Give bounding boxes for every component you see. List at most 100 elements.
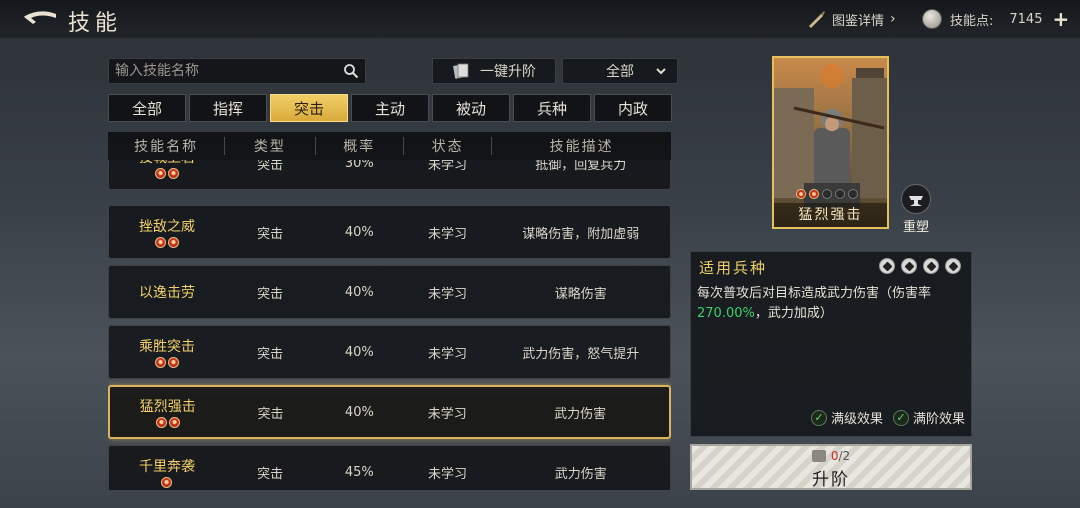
filter-dropdown[interactable]: 全部 xyxy=(562,58,678,84)
header-description: 技能描述 xyxy=(549,139,614,155)
skill-description-short: 武力伤害 xyxy=(554,406,607,422)
spear-icon xyxy=(945,258,961,274)
table-row[interactable]: 以逸击劳 突击 40% 未学习 谋略伤害 xyxy=(108,265,671,319)
skill-name: 投戟卫君 xyxy=(109,160,225,167)
table-row[interactable]: 猛烈强击 突击 40% 未学习 武力伤害 xyxy=(108,385,671,439)
star-empty-icon xyxy=(835,189,845,199)
star-icon xyxy=(796,189,806,199)
ascend-label: 升阶 xyxy=(812,470,850,490)
tab-internal-affairs[interactable]: 内政 xyxy=(594,94,672,122)
skill-list[interactable]: 投戟卫君突击30%未学习抵御，回复兵力挫敌之威突击40%未学习谋略伤害，附加虚弱… xyxy=(108,160,671,490)
star-icon xyxy=(167,357,179,368)
max-level-effect-toggle[interactable]: ✓ 满级效果 xyxy=(810,408,883,427)
troop-icons xyxy=(879,258,961,274)
upgrade-all-label: 一键升阶 xyxy=(480,64,536,80)
tab-assault[interactable]: 突击 xyxy=(270,94,348,122)
table-row[interactable]: 挫敌之威 突击 40% 未学习 谋略伤害，附加虚弱 xyxy=(108,205,671,259)
scroll-item-icon xyxy=(811,450,826,462)
skill-rate: 40% xyxy=(344,224,374,240)
max-rank-effect-toggle[interactable]: ✓ 满阶效果 xyxy=(892,408,965,427)
scroll-cards-icon xyxy=(453,63,469,79)
check-icon: ✓ xyxy=(810,409,827,426)
upgrade-all-button[interactable]: 一键升阶 xyxy=(432,58,556,84)
ascend-cost: 0/2 xyxy=(692,449,970,463)
star-icon xyxy=(154,237,166,248)
skill-name: 挫敌之威 xyxy=(138,219,195,235)
skill-name-cell: 猛烈强击 xyxy=(110,396,226,428)
table-header: 技能名称 类型 概率 状态 技能描述 xyxy=(108,132,671,160)
skill-status: 未学习 xyxy=(427,160,467,173)
skill-type: 突击 xyxy=(257,466,284,482)
header-rate: 概率 xyxy=(343,139,376,155)
search-icon[interactable] xyxy=(343,63,359,79)
tab-troop[interactable]: 兵种 xyxy=(513,94,591,122)
tab-active[interactable]: 主动 xyxy=(351,94,429,122)
skill-stars xyxy=(109,477,225,488)
chevron-down-icon xyxy=(656,68,666,75)
add-skill-points-button[interactable]: + xyxy=(1052,7,1069,31)
skill-name-cell: 投戟卫君 xyxy=(109,160,225,179)
reshape-button[interactable]: 重塑 xyxy=(898,184,934,235)
skill-name: 乘胜突击 xyxy=(138,339,195,355)
star-icon xyxy=(154,357,166,368)
filter-value: 全部 xyxy=(606,64,634,80)
check-icon: ✓ xyxy=(892,409,909,426)
applicable-troops-title: 适用兵种 xyxy=(699,259,768,277)
shield-icon xyxy=(901,258,917,274)
skill-description-short: 谋略伤害 xyxy=(554,286,607,302)
reshape-label: 重塑 xyxy=(902,220,929,235)
card-stars xyxy=(796,189,858,199)
skill-type: 突击 xyxy=(257,160,284,173)
skill-points: 技能点: 7145 + xyxy=(922,7,1069,31)
skill-rate: 30% xyxy=(344,160,374,171)
tab-all[interactable]: 全部 xyxy=(108,94,186,122)
skill-info-panel: 适用兵种 每次普攻后对目标造成武力伤害（伤害率 270.00%，武力加成） ✓ … xyxy=(690,251,972,437)
max-rank-effect-label: 满阶效果 xyxy=(912,412,965,427)
skill-points-label: 技能点: xyxy=(950,13,994,29)
cavalry-icon xyxy=(879,258,895,274)
skill-name-cell: 挫敌之威 xyxy=(109,216,225,248)
skill-name: 以逸击劳 xyxy=(138,285,195,301)
star-empty-icon xyxy=(848,189,858,199)
skill-rate: 40% xyxy=(344,404,374,420)
skill-status: 未学习 xyxy=(427,346,467,362)
skill-type: 突击 xyxy=(257,346,284,362)
skill-name-cell: 千里奔袭 xyxy=(109,456,225,488)
tab-command[interactable]: 指挥 xyxy=(189,94,267,122)
skill-name-cell: 乘胜突击 xyxy=(109,336,225,368)
skill-name-cell: 以逸击劳 xyxy=(109,282,225,302)
back-arrow-icon[interactable] xyxy=(22,8,60,28)
search-input[interactable] xyxy=(109,59,334,83)
top-bar: 技能 图鉴详情 › 技能点: 7145 + xyxy=(0,0,1080,38)
skill-description: 每次普攻后对目标造成武力伤害（伤害率 270.00%，武力加成） xyxy=(697,284,967,324)
chevron-right-icon: › xyxy=(890,11,896,27)
skill-type: 突击 xyxy=(257,226,284,242)
effect-links: ✓ 满级效果 ✓ 满阶效果 xyxy=(810,408,965,427)
star-icon xyxy=(154,168,166,179)
category-tabs: 全部 指挥 突击 主动 被动 兵种 内政 xyxy=(108,94,672,122)
table-row[interactable]: 乘胜突击 突击 40% 未学习 武力伤害，怒气提升 xyxy=(108,325,671,379)
skill-card-art xyxy=(774,58,887,227)
anvil-icon xyxy=(901,184,931,214)
tab-passive[interactable]: 被动 xyxy=(432,94,510,122)
skill-stars xyxy=(110,417,226,428)
page-title: 技能 xyxy=(68,11,123,36)
skill-rate: 45% xyxy=(344,464,374,480)
skill-stars xyxy=(109,357,225,368)
ascend-button[interactable]: 0/2 升阶 xyxy=(690,444,972,490)
search-box xyxy=(108,58,366,84)
star-icon xyxy=(167,168,179,179)
table-row[interactable]: 投戟卫君 突击 30% 未学习 抵御，回复兵力 xyxy=(108,160,671,190)
desc-text-before: 每次普攻后对目标造成武力伤害（伤害率 xyxy=(697,286,932,301)
skill-card[interactable]: 猛烈强击 xyxy=(772,56,889,229)
codex-label: 图鉴详情 xyxy=(832,13,885,29)
skill-point-coin-icon xyxy=(922,9,942,29)
skill-description-short: 谋略伤害，附加虚弱 xyxy=(522,226,640,242)
archer-icon xyxy=(923,258,939,274)
codex-details-link[interactable]: 图鉴详情 › xyxy=(806,8,896,30)
star-icon xyxy=(161,477,173,488)
header-status: 状态 xyxy=(431,139,464,155)
table-row[interactable]: 千里奔袭 突击 45% 未学习 武力伤害 xyxy=(108,445,671,490)
star-icon xyxy=(155,417,167,428)
brush-icon xyxy=(809,11,825,28)
